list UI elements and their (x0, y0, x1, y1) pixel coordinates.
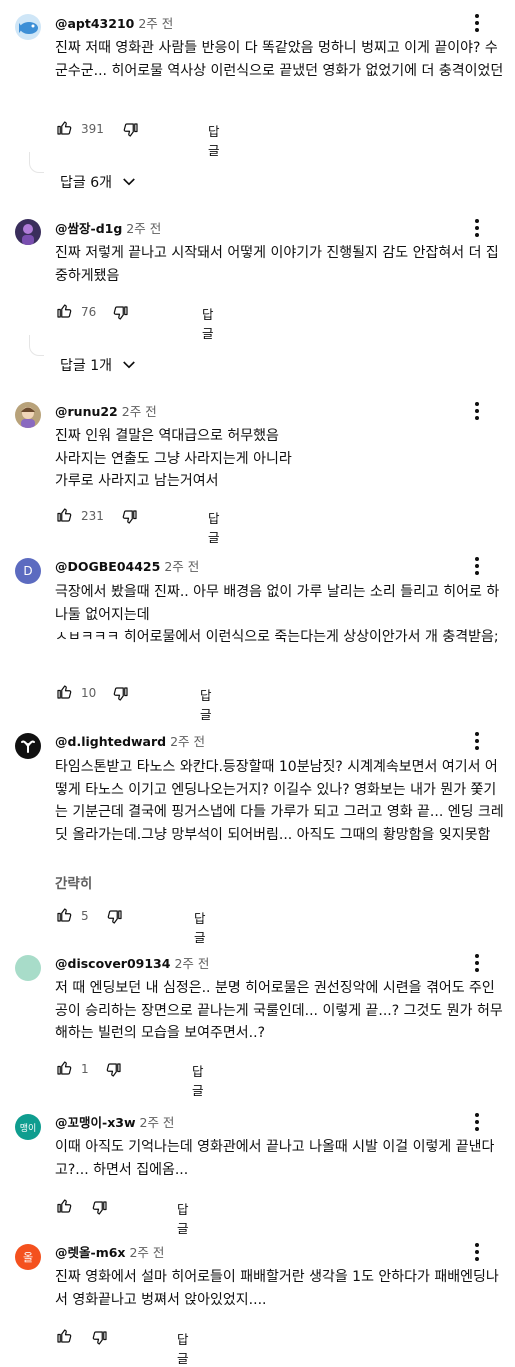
reply-button[interactable]: 답글 (202, 304, 214, 342)
comment-time[interactable]: 2주 전 (129, 1245, 164, 1260)
more-options-icon[interactable] (469, 555, 485, 577)
comment-header: @apt43210 2주 전 (55, 16, 173, 32)
thumb-down-icon[interactable] (105, 1061, 123, 1079)
avatar-letter: 맹이 (19, 1123, 37, 1134)
avatar[interactable] (15, 955, 41, 981)
more-options-icon[interactable] (469, 400, 485, 422)
avatar[interactable]: D (15, 558, 41, 584)
reply-button[interactable]: 답글 (208, 508, 220, 546)
avatar[interactable] (15, 219, 41, 245)
comment-header: @discover09134 2주 전 (55, 956, 209, 972)
comment-text: 진짜 저렇게 끝나고 시작돼서 어떻게 이야기가 진행될지 감도 안잡혀서 더 … (55, 245, 499, 284)
comment-time[interactable]: 2주 전 (140, 1115, 175, 1130)
comment-time[interactable]: 2주 전 (174, 956, 209, 971)
thumb-up-icon[interactable] (55, 119, 73, 137)
comment-header: @쌈장-d1g 2주 전 (55, 221, 161, 237)
reply-button[interactable]: 답글 (200, 685, 212, 723)
purple-figure-avatar-icon (22, 224, 34, 245)
comment-author[interactable]: @apt43210 (55, 16, 134, 31)
comment-text: 진짜 영화에서 설마 히어로들이 패배할거란 생각을 1도 안하다가 패배엔딩나… (55, 1269, 499, 1308)
comment-text: 진짜 저때 영화관 사람들 반응이 다 똑같았음 멍하니 벙찌고 이게 끝이야?… (55, 40, 504, 79)
more-options-icon[interactable] (469, 217, 485, 239)
comment-author[interactable]: @d.lightedward (55, 734, 166, 749)
replies-toggle-button[interactable]: 답글 6개 (60, 172, 138, 192)
comment-author[interactable]: @discover09134 (55, 956, 170, 971)
avatar-letter: D (23, 564, 33, 578)
comment-text: 이때 아직도 기억나는데 영화관에서 끝나고 나올때 시발 이걸 이렇게 끝낸다… (55, 1139, 495, 1178)
comment-text: 극장에서 봤을때 진짜.. 아무 배경음 없이 가루 날리는 소리 들리고 히어… (55, 584, 500, 645)
thread-connector (29, 335, 44, 356)
comment-time[interactable]: 2주 전 (164, 559, 199, 574)
reply-button[interactable]: 답글 (194, 908, 206, 946)
avatar[interactable] (15, 402, 41, 428)
comment-header: @꼬맹이-x3w 2주 전 (55, 1115, 174, 1131)
like-count: 10 (81, 686, 97, 700)
comment-header: @렛올-m6x 2주 전 (55, 1245, 164, 1261)
comment-author[interactable]: @DOGBE04425 (55, 559, 160, 574)
like-count: 1 (81, 1062, 89, 1076)
comment-time[interactable]: 2주 전 (138, 16, 173, 31)
illustrated-avatar-icon (21, 407, 35, 428)
thumb-down-icon[interactable] (106, 908, 124, 926)
reply-button[interactable]: 답글 (208, 121, 220, 159)
thumb-down-icon[interactable] (91, 1199, 109, 1217)
reply-button[interactable]: 답글 (177, 1199, 189, 1237)
avatar[interactable]: 맹이 (15, 1114, 41, 1140)
comment-text: 저 때 엔딩보던 내 심정은.. 분명 히어로물은 권선징악에 시련을 겪어도 … (55, 980, 503, 1041)
comment-author[interactable]: @렛올-m6x (55, 1245, 125, 1260)
more-options-icon[interactable] (469, 1241, 485, 1263)
replies-count: 답글 1개 (60, 358, 112, 374)
more-options-icon[interactable] (469, 1111, 485, 1133)
comment-header: @DOGBE04425 2주 전 (55, 559, 199, 575)
replies-toggle-button[interactable]: 답글 1개 (60, 355, 138, 375)
thumb-up-icon[interactable] (55, 906, 73, 924)
like-count: 5 (81, 909, 89, 923)
thumb-down-icon[interactable] (112, 304, 130, 322)
comment-text: 진짜 인워 결말은 역대급으로 허무했음 사라지는 연출도 그냥 사라지는게 아… (55, 428, 292, 489)
reply-button[interactable]: 답글 (192, 1061, 204, 1099)
chevron-down-icon (123, 361, 135, 369)
show-less-button[interactable]: 간략히 (55, 872, 92, 892)
like-count: 76 (81, 305, 97, 319)
thumb-up-icon[interactable] (55, 1327, 73, 1345)
thumb-up-icon[interactable] (55, 302, 73, 320)
blue-fish-avatar-icon (19, 22, 38, 34)
comment-time[interactable]: 2주 전 (170, 734, 205, 749)
like-count: 391 (81, 122, 104, 136)
comment-header: @d.lightedward 2주 전 (55, 734, 205, 750)
avatar[interactable]: 올 (15, 1244, 41, 1270)
more-options-icon[interactable] (469, 730, 485, 752)
reply-button[interactable]: 답글 (177, 1329, 189, 1367)
comment-header: @runu22 2주 전 (55, 404, 157, 420)
thumb-down-icon[interactable] (122, 121, 140, 139)
comment-author[interactable]: @꼬맹이-x3w (55, 1115, 136, 1130)
thread-connector (29, 152, 44, 173)
thumb-up-icon[interactable] (55, 1197, 73, 1215)
avatar[interactable] (15, 733, 41, 759)
thumb-up-icon[interactable] (55, 1059, 73, 1077)
thumb-down-icon[interactable] (112, 685, 130, 703)
more-options-icon[interactable] (469, 952, 485, 974)
avatar[interactable] (15, 14, 41, 40)
comment-text: 타임스톤받고 타노스 와칸다.등장할때 10분남짓? 시계계속보면서 여기서 어… (55, 759, 504, 843)
avatar-letter: 올 (22, 1251, 34, 1264)
like-count: 231 (81, 509, 104, 523)
thumb-down-icon[interactable] (121, 508, 139, 526)
comment-time[interactable]: 2주 전 (126, 221, 161, 236)
chevron-down-icon (123, 178, 135, 186)
thumb-up-icon[interactable] (55, 506, 73, 524)
comment-author[interactable]: @쌈장-d1g (55, 221, 122, 236)
thumb-down-icon[interactable] (91, 1329, 109, 1347)
more-options-icon[interactable] (469, 12, 485, 34)
thumb-up-icon[interactable] (55, 683, 73, 701)
white-leaf-avatar-icon (21, 740, 35, 753)
comment-time[interactable]: 2주 전 (122, 404, 157, 419)
replies-count: 답글 6개 (60, 175, 112, 191)
comment-author[interactable]: @runu22 (55, 404, 118, 419)
